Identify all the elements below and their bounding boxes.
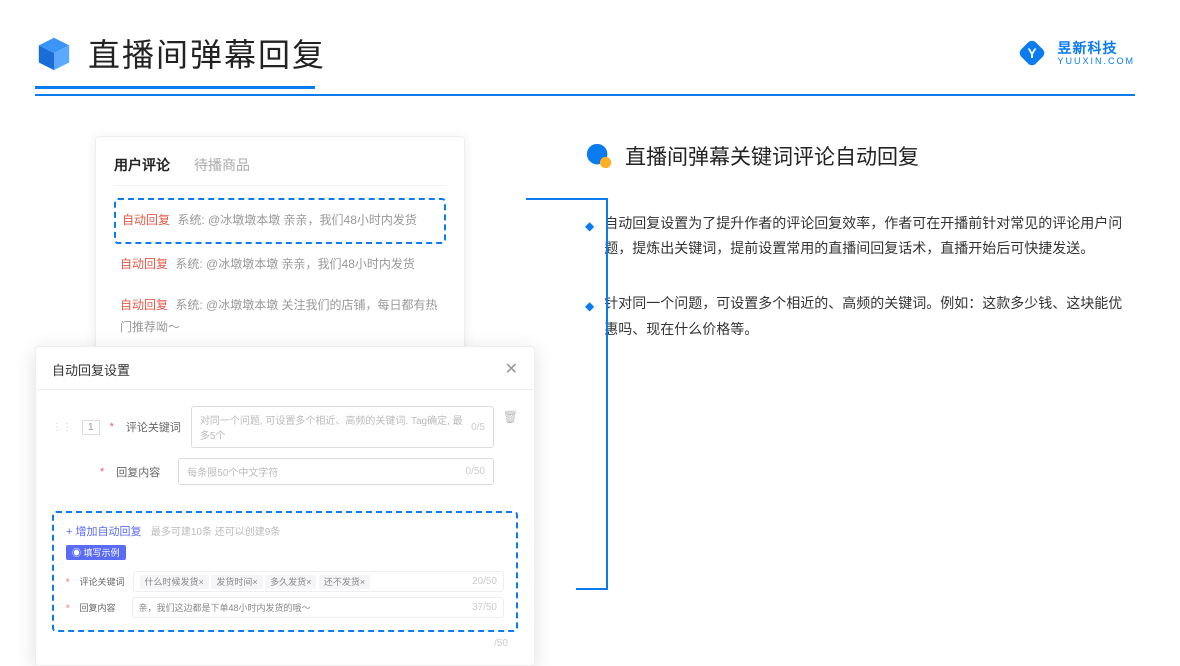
connector-line — [526, 198, 606, 200]
bullet-item: ◆ 针对同一个问题，可设置多个相近的、高频的关键词。例如：这款多少钱、这块能优惠… — [585, 291, 1135, 341]
example-tag: ◉ 填写示例 — [66, 545, 126, 560]
connector-line — [576, 588, 608, 590]
settings-body: 🗑 ⋮⋮ 1 * 评论关键词 对同一个问题, 可设置多个相近、高频的关键词. T… — [36, 390, 534, 503]
settings-title: 自动回复设置 — [52, 360, 130, 379]
diamond-icon: ◆ — [585, 216, 594, 261]
chip[interactable]: 多久发货× — [265, 575, 316, 589]
example-content-row: * 回复内容 亲，我们这边都是下单48小时内发货的哦～ 37/50 — [66, 597, 504, 618]
auto-reply-tag: 自动回复 — [122, 213, 170, 227]
content: 用户评论 待播商品 自动回复 系统: @冰墩墩本墩 亲亲，我们48小时内发货 自… — [0, 96, 1180, 392]
chip[interactable]: 发货时间× — [211, 575, 262, 589]
keyword-label: 评论关键词 — [126, 419, 181, 435]
trash-icon[interactable]: 🗑 — [503, 410, 518, 424]
add-auto-reply-link[interactable]: + 增加自动回复 — [66, 526, 141, 538]
add-hint: 最多可建10条 还可以创建9条 — [151, 527, 280, 538]
content-row: * 回复内容 每条限50个中文字符 0/50 — [52, 458, 494, 485]
chat-bubble-icon — [585, 142, 613, 170]
keyword-placeholder: 对同一个问题, 可设置多个相近、高频的关键词. Tag确定, 最多5个 — [200, 412, 471, 442]
example-box: + 增加自动回复 最多可建10条 还可以创建9条 ◉ 填写示例 * 评论关键词 … — [52, 511, 518, 632]
example-content-counter: 37/50 — [472, 602, 497, 613]
comment-row: 自动回复 系统: @冰墩墩本墩 关注我们的店铺，每日都有热门推荐呦～ — [114, 285, 446, 348]
row-number: 1 — [82, 420, 100, 435]
comment-text: 系统: @冰墩墩本墩 亲亲，我们48小时内发货 — [175, 257, 415, 271]
content-label: 回复内容 — [116, 464, 168, 480]
auto-reply-tag: 自动回复 — [120, 257, 168, 271]
comment-row: 自动回复 系统: @冰墩墩本墩 亲亲，我们48小时内发货 — [114, 244, 446, 286]
bullet-item: ◆ 自动回复设置为了提升作者的评论回复效率，作者可在开播前针对常见的评论用户问题… — [585, 211, 1135, 261]
left-column: 用户评论 待播商品 自动回复 系统: @冰墩墩本墩 亲亲，我们48小时内发货 自… — [35, 136, 535, 372]
example-content-label: 回复内容 — [80, 601, 124, 614]
content-placeholder: 每条限50个中文字符 — [187, 464, 278, 479]
svg-text:Y: Y — [1028, 46, 1037, 61]
example-keyword-row: * 评论关键词 什么时候发货× 发货时间× 多久发货× 还不发货× 20/50 — [66, 571, 504, 592]
logo-cn: 昱新科技 — [1057, 41, 1135, 55]
example-content-text: 亲，我们这边都是下单48小时内发货的哦～ — [139, 601, 311, 614]
divider-accent — [35, 86, 315, 89]
brand-logo: Y 昱新科技 YUUXIN.COM — [1015, 36, 1135, 70]
page-header: 直播间弹幕回复 Y 昱新科技 YUUXIN.COM — [0, 0, 1180, 86]
keyword-counter: 0/5 — [471, 422, 485, 433]
example-kw-input[interactable]: 什么时候发货× 发货时间× 多久发货× 还不发货× 20/50 — [133, 571, 504, 592]
close-icon[interactable]: ✕ — [505, 359, 518, 379]
keyword-input[interactable]: 对同一个问题, 可设置多个相近、高频的关键词. Tag确定, 最多5个 0/5 — [191, 406, 494, 448]
auto-reply-tag: 自动回复 — [120, 298, 168, 312]
example-kw-label: 评论关键词 — [80, 575, 125, 588]
required-icon: * — [66, 603, 70, 613]
comment-row-highlighted: 自动回复 系统: @冰墩墩本墩 亲亲，我们48小时内发货 — [114, 198, 446, 244]
section-heading-text: 直播间弹幕关键词评论自动回复 — [625, 141, 919, 171]
right-column: 直播间弹幕关键词评论自动回复 ◆ 自动回复设置为了提升作者的评论回复效率，作者可… — [585, 136, 1135, 372]
tab-pending-products[interactable]: 待播商品 — [194, 155, 250, 175]
cube-icon — [35, 34, 73, 72]
section-heading: 直播间弹幕关键词评论自动回复 — [585, 141, 1135, 171]
comment-text: 系统: @冰墩墩本墩 亲亲，我们48小时内发货 — [177, 213, 417, 227]
connector-line — [606, 198, 608, 588]
chip[interactable]: 什么时候发货× — [140, 575, 209, 589]
logo-text: 昱新科技 YUUXIN.COM — [1057, 41, 1135, 66]
drag-handle-icon[interactable]: ⋮⋮ — [52, 422, 72, 433]
bottom-counter: /50 — [36, 632, 534, 649]
example-content-input[interactable]: 亲，我们这边都是下单48小时内发货的哦～ 37/50 — [132, 597, 504, 618]
keyword-row: ⋮⋮ 1 * 评论关键词 对同一个问题, 可设置多个相近、高频的关键词. Tag… — [52, 406, 494, 448]
chip[interactable]: 还不发货× — [319, 575, 370, 589]
diamond-icon: ◆ — [585, 296, 594, 341]
content-input[interactable]: 每条限50个中文字符 0/50 — [178, 458, 494, 485]
header-left: 直播间弹幕回复 — [35, 30, 326, 76]
logo-icon: Y — [1015, 36, 1049, 70]
example-kw-counter: 20/50 — [472, 576, 497, 587]
content-counter: 0/50 — [466, 466, 485, 477]
auto-reply-settings-panel: 自动回复设置 ✕ 🗑 ⋮⋮ 1 * 评论关键词 对同一个问题, 可设置多个相近、… — [35, 346, 535, 666]
bullet-text: 针对同一个问题，可设置多个相近的、高频的关键词。例如：这款多少钱、这块能优惠吗、… — [604, 291, 1135, 341]
required-icon: * — [110, 421, 114, 433]
tab-user-comments[interactable]: 用户评论 — [114, 155, 170, 175]
logo-en: YUUXIN.COM — [1057, 57, 1135, 66]
example-chips: 什么时候发货× 发货时间× 多久发货× 还不发货× — [140, 575, 371, 588]
panel-tabs: 用户评论 待播商品 — [114, 155, 446, 186]
bullet-text: 自动回复设置为了提升作者的评论回复效率，作者可在开播前针对常见的评论用户问题，提… — [604, 211, 1135, 261]
settings-header: 自动回复设置 ✕ — [36, 359, 534, 390]
required-icon: * — [66, 577, 70, 587]
comment-panel: 用户评论 待播商品 自动回复 系统: @冰墩墩本墩 亲亲，我们48小时内发货 自… — [95, 136, 465, 369]
required-icon: * — [100, 466, 104, 478]
page-title: 直播间弹幕回复 — [88, 30, 326, 76]
